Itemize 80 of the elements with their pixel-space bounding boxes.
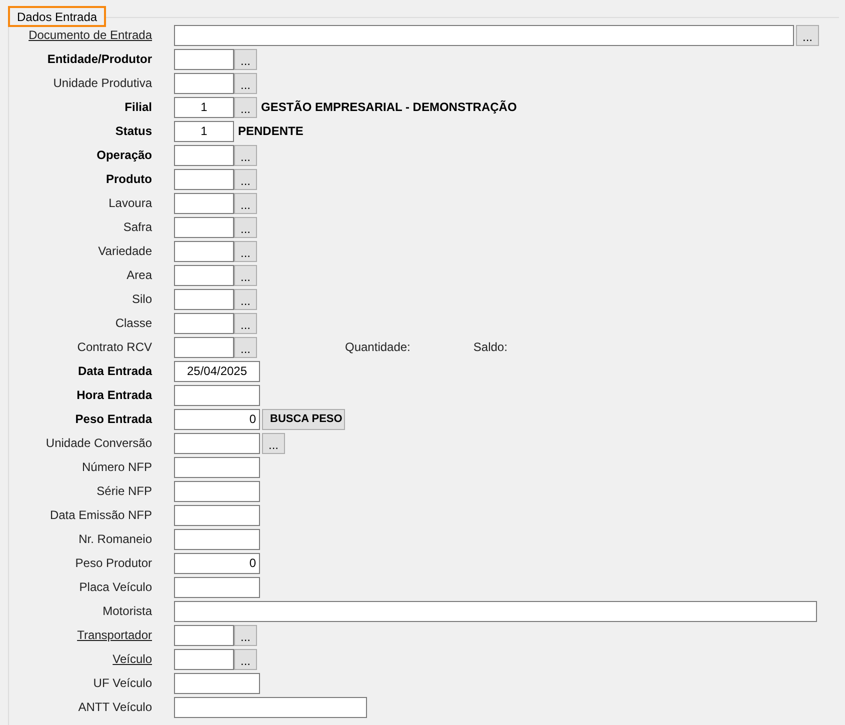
input-field[interactable] [174,288,234,310]
input-field[interactable]: 0 [174,552,260,574]
field-label: Lavoura [108,195,152,212]
input-field[interactable] [174,528,260,550]
lookup-button[interactable]: ... [234,288,257,310]
lookup-button[interactable]: ... [234,240,257,262]
input-field[interactable] [174,192,234,214]
lookup-button[interactable]: ... [234,648,257,670]
info-label: Saldo: [473,339,508,356]
input-field[interactable]: 1 [174,96,234,118]
input-field[interactable] [174,456,260,478]
field-label: Série NFP [96,483,152,500]
input-field[interactable] [174,600,817,622]
action-button[interactable]: BUSCA PESO [262,408,345,430]
input-field[interactable] [174,648,234,670]
input-field[interactable] [174,576,260,598]
lookup-button[interactable]: ... [234,144,257,166]
input-field[interactable] [174,504,260,526]
lookup-button[interactable]: ... [234,312,257,334]
info-label: Quantidade: [345,339,410,356]
lookup-button[interactable]: ... [234,72,257,94]
lookup-button[interactable]: ... [234,216,257,238]
input-field[interactable] [174,312,234,334]
field-label: UF Veículo [92,675,152,692]
field-label-link[interactable]: Transportador [0,626,152,644]
lookup-button[interactable]: ... [234,336,257,358]
field-label: Hora Entrada [76,387,152,404]
input-field[interactable] [174,624,234,646]
input-field[interactable]: 25/04/2025 [174,360,260,382]
field-label: Contrato RCV [76,339,152,356]
lookup-button[interactable]: ... [262,432,285,454]
input-field[interactable] [174,672,260,694]
input-field[interactable] [174,384,260,406]
input-field[interactable] [174,480,260,502]
lookup-button[interactable]: ... [796,24,819,46]
field-label: ANTT Veículo [77,699,152,716]
input-field[interactable] [174,216,234,238]
lookup-button[interactable]: ... [234,264,257,286]
input-field[interactable] [174,432,260,454]
field-label: Operação [96,147,152,164]
input-field[interactable] [174,696,367,718]
field-label: Motorista [102,603,152,620]
lookup-button[interactable]: ... [234,48,257,70]
field-label: Placa Veículo [78,579,152,596]
field-label: Filial [124,99,152,116]
input-field[interactable] [174,168,234,190]
input-field[interactable] [174,336,234,358]
field-label: Safra [122,219,152,236]
lookup-button[interactable]: ... [234,192,257,214]
description-text: GESTÃO EMPRESARIAL - DEMONSTRAÇÃO [261,99,517,116]
field-label: Status [114,123,152,140]
field-label: Area [126,267,152,284]
field-label: Unidade Produtiva [52,75,152,92]
field-label: Nr. Romaneio [78,531,152,548]
field-label-link[interactable]: Documento de Entrada [0,26,152,44]
field-label: Variedade [97,243,152,260]
description-text: PENDENTE [238,123,304,140]
field-label-link[interactable]: Veículo [0,650,152,668]
input-field[interactable] [174,144,234,166]
field-label: Peso Produtor [74,555,152,572]
field-label: Entidade/Produtor [46,51,152,68]
input-field[interactable] [174,264,234,286]
field-label: Data Entrada [76,363,152,380]
input-field[interactable] [174,72,234,94]
field-label: Unidade Conversão [44,435,152,452]
lookup-button[interactable]: ... [234,624,257,646]
field-label: Classe [114,315,152,332]
lookup-button[interactable]: ... [234,96,257,118]
field-label: Data Emissão NFP [48,507,152,524]
input-field[interactable]: 0 [174,408,260,430]
field-label: Número NFP [80,459,152,476]
field-label: Peso Entrada [74,411,152,428]
field-label: Produto [105,171,152,188]
input-field[interactable]: 1 [174,120,234,142]
input-field[interactable] [174,24,794,46]
group-title: Dados Entrada [8,6,106,27]
input-field[interactable] [174,240,234,262]
input-field[interactable] [174,48,234,70]
field-label: Silo [130,291,152,308]
lookup-button[interactable]: ... [234,168,257,190]
